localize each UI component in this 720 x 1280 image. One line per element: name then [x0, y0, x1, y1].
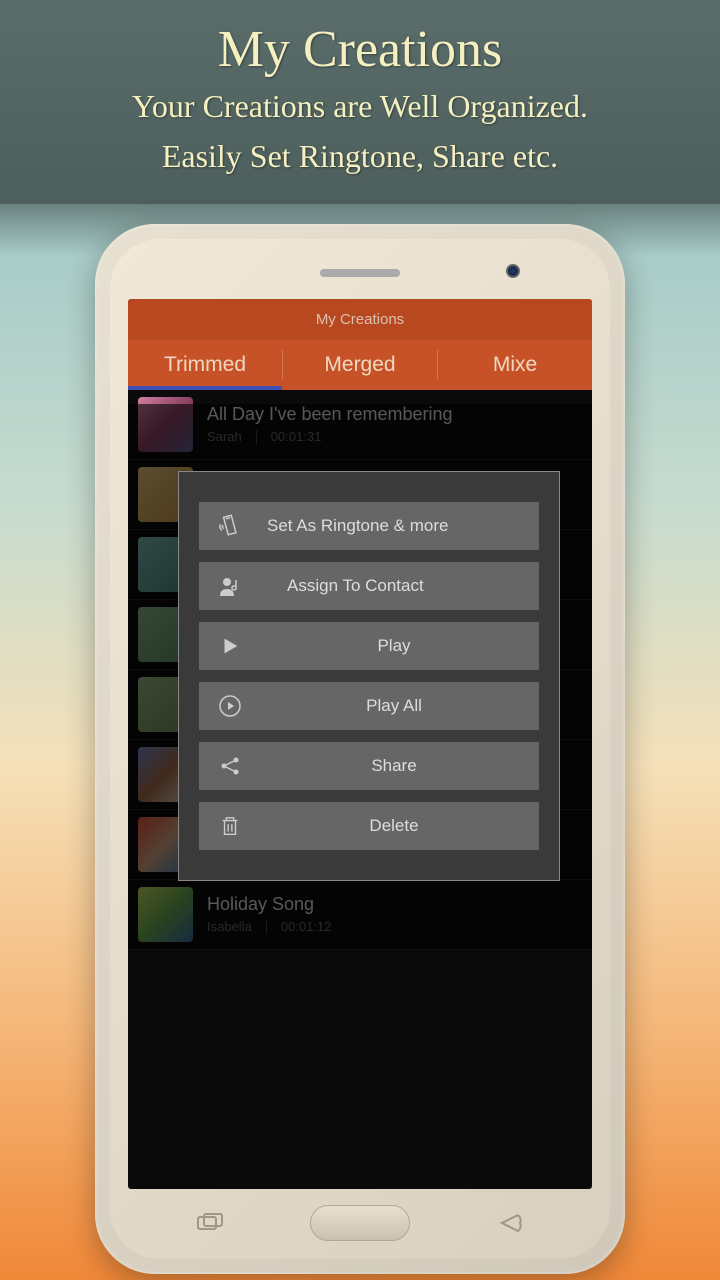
contact-icon	[217, 573, 243, 599]
delete-button[interactable]: Delete	[199, 802, 539, 850]
tab-bar: Trimmed Merged Mixe	[128, 340, 592, 390]
button-label: Play	[267, 636, 521, 656]
context-menu: Set As Ringtone & more Assign To Contact…	[178, 471, 560, 881]
promo-subtitle-2: Easily Set Ringtone, Share etc.	[20, 134, 700, 179]
phone-ringtone-icon	[217, 513, 243, 539]
trash-icon	[217, 813, 243, 839]
phone-bezel: My Creations Trimmed Merged Mixe All Day…	[110, 239, 610, 1259]
app-title: My Creations	[316, 311, 404, 328]
button-label: Assign To Contact	[267, 576, 521, 596]
speaker-grille	[320, 269, 400, 277]
back-button[interactable]	[490, 1211, 530, 1235]
app-header: My Creations	[128, 299, 592, 340]
promo-header: My Creations Your Creations are Well Org…	[0, 0, 720, 204]
play-all-button[interactable]: Play All	[199, 682, 539, 730]
tab-trimmed[interactable]: Trimmed	[128, 340, 282, 390]
share-icon	[217, 753, 243, 779]
button-label: Share	[267, 756, 521, 776]
play-all-icon	[217, 693, 243, 719]
button-label: Delete	[267, 816, 521, 836]
assign-contact-button[interactable]: Assign To Contact	[199, 562, 539, 610]
tab-mixed[interactable]: Mixe	[438, 340, 592, 390]
set-ringtone-button[interactable]: Set As Ringtone & more	[199, 502, 539, 550]
promo-subtitle-1: Your Creations are Well Organized.	[20, 84, 700, 129]
phone-frame: My Creations Trimmed Merged Mixe All Day…	[95, 224, 625, 1274]
button-label: Play All	[267, 696, 521, 716]
play-icon	[217, 633, 243, 659]
promo-title: My Creations	[20, 20, 700, 79]
share-button[interactable]: Share	[199, 742, 539, 790]
play-button[interactable]: Play	[199, 622, 539, 670]
phone-screen: My Creations Trimmed Merged Mixe All Day…	[128, 299, 592, 1189]
button-label: Set As Ringtone & more	[267, 516, 521, 536]
front-camera	[506, 264, 520, 278]
recent-apps-button[interactable]	[190, 1211, 230, 1235]
home-button[interactable]	[310, 1205, 410, 1241]
hardware-nav	[110, 1205, 610, 1241]
tab-merged[interactable]: Merged	[283, 340, 437, 390]
